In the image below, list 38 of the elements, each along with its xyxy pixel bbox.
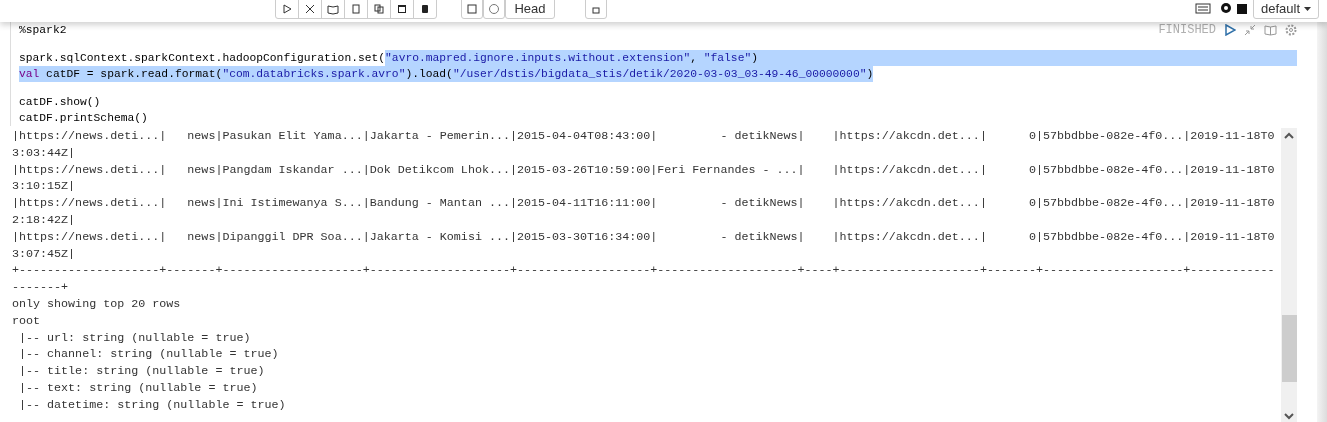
output-line: |-- text: string (nullable = true) [18,379,259,397]
output-line: root [12,312,42,330]
page-icon [350,3,362,15]
run-icon [281,3,293,15]
window-icon [396,3,408,15]
output-line: |-- url: string (nullable = true) [18,329,252,347]
code-line: %spark2 [19,23,67,38]
code-line: catDF.printSchema() [19,111,148,126]
book-icon[interactable] [1264,24,1277,36]
keyboard-icon[interactable] [1195,3,1211,14]
output-line: |https://news.deti...| news|Pangdam Iskandar ...|Dok Detikcom Lhok...|2015-03-26T10:59:00|Feri Fernandes - ...| |https://akcdn.det...| 0|57bbdbbe-082e-4f0...|2019-11-18T0 [12,161,1276,179]
output-line: |https://news.deti...| news|Dipanggil DPR Soa...|Jakarta - Komisi ...|2015-03-30T16:34:00| - detikNews| |https://akcdn.det...| 0|57bbdbbe-082e-4f0...|2019-11-18T0 [12,228,1276,246]
code-line: catDF.show() [19,95,101,110]
code-line: spark.sqlContext.sparkContext.hadoopConfiguration.set("avro.mapred.ignore.inputs.without.extension", "false") [19,50,758,66]
output-line: 3:03:44Z| [12,144,77,162]
code-line: val catDF = spark.read.format("com.databricks.spark.avro").load("/user/dstis/bigdata_stis/detik/2020-03-03_03-49-46_00000000") [19,66,874,82]
run-icon[interactable] [1224,24,1236,36]
scroll-up-icon[interactable] [1284,132,1294,140]
output-line: -------+ [12,279,70,296]
output-line: 3:07:45Z| [12,245,77,263]
output-line: +--------------------+-------+--------------------+--------------------+-------------------+--------------------+----+--------------------+-------+--------------------+------------ [12,262,1276,280]
output-line: 2:18:42Z| [12,212,77,229]
output-line: |https://news.deti...| news|Ini Istimewanya S...|Bandung - Mantan ...|2015-04-11T16:11:00| - detikNews| |https://akcdn.det...| 0|57bbdbbe-082e-4f0...|2019-11-18T0 [12,195,1276,212]
output-line: 3:10:15Z| [12,178,77,196]
scrollbar[interactable] [1281,128,1297,422]
output-line: |-- datetime: string (nullable = true) [18,396,287,414]
head-button[interactable]: Head [505,0,555,19]
interpreter-dropdown[interactable]: default [1253,0,1319,19]
output-line: |-- title: string (nullable = true) [18,363,266,380]
output-line: only showing top 20 rows [12,295,182,313]
scroll-down-icon[interactable] [1284,412,1294,420]
output-line: |https://news.deti...| news|Pasukan Elit Yama...|Jakarta - Pemerin...|2015-04-04T08:43:00| - detikNews| |https://akcdn.det...| 0|57bbdbbe-082e-4f0...|2019-11-18T0 [12,128,1276,145]
paragraph-status: FINISHED [1158,22,1216,38]
copy-icon [373,3,385,15]
output-line: |-- channel: string (nullable = true) [18,346,280,364]
scrollbar-thumb[interactable] [1281,315,1297,382]
book-icon [327,3,339,15]
caret-icon [1304,7,1311,11]
